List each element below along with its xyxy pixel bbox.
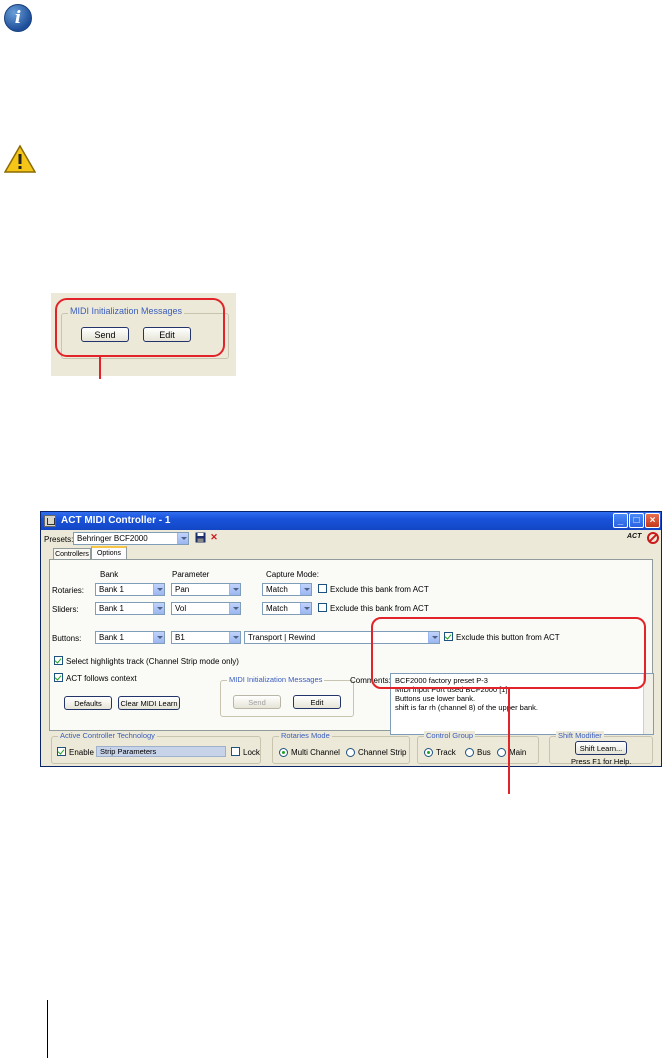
page-margin-rule	[47, 1000, 48, 1058]
bus-label: Bus	[477, 748, 491, 757]
sliders-param-select[interactable]: Vol	[171, 602, 241, 615]
chevron-down-icon	[229, 603, 240, 614]
save-preset-icon[interactable]	[194, 532, 206, 544]
comment-line: shift is far rh (channel 8) of the upper…	[395, 703, 538, 712]
sliders-exclude-label: Exclude this bank from ACT	[330, 604, 429, 613]
multi-channel-radio[interactable]	[279, 748, 288, 757]
send-button-main[interactable]: Send	[233, 695, 281, 709]
presets-select[interactable]: Behringer BCF2000	[73, 532, 189, 545]
sliders-bank-select[interactable]: Bank 1	[95, 602, 165, 615]
act-group-label: Active Controller Technology	[58, 731, 157, 740]
tab-controllers[interactable]: Controllers	[53, 548, 91, 559]
crop-callout-highlight	[55, 298, 225, 357]
delete-preset-icon[interactable]: ✕	[208, 532, 220, 544]
comment-line: Buttons use lower bank.	[395, 694, 476, 703]
chevron-down-icon	[229, 632, 240, 643]
track-radio[interactable]	[424, 748, 433, 757]
rotaries-capture-select[interactable]: Match	[262, 583, 312, 596]
buttons-action-value: Transport | Rewind	[248, 633, 316, 642]
close-button[interactable]: ×	[645, 513, 660, 528]
strip-parameters-field[interactable]: Strip Parameters	[96, 746, 226, 757]
chevron-down-icon	[153, 603, 164, 614]
minimize-button[interactable]: _	[613, 513, 628, 528]
act-enable-label: Enable	[69, 748, 94, 757]
multi-channel-label: Multi Channel	[291, 748, 340, 757]
shift-learn-button[interactable]: Shift Learn...	[575, 741, 627, 755]
main-radio[interactable]	[497, 748, 506, 757]
crop-callout-line	[99, 357, 101, 379]
act-follows-checkbox[interactable]	[54, 673, 63, 682]
warning-icon	[4, 144, 36, 173]
act-enable-checkbox[interactable]	[57, 747, 66, 756]
act-disable-icon[interactable]	[647, 532, 659, 544]
rotaries-param-value: Pan	[175, 585, 190, 594]
window-title: ACT MIDI Controller - 1	[61, 515, 171, 526]
rotaries-bank-select[interactable]: Bank 1	[95, 583, 165, 596]
control-group-label: Control Group	[424, 731, 476, 740]
capture-column-header: Capture Mode:	[266, 570, 319, 579]
channel-strip-radio[interactable]	[346, 748, 355, 757]
midi-init-group-label-main: MIDI Initialization Messages	[227, 675, 325, 684]
buttons-bank-value: Bank 1	[99, 633, 124, 642]
chevron-down-icon	[153, 632, 164, 643]
presets-value: Behringer BCF2000	[77, 534, 148, 543]
chevron-down-icon	[177, 533, 188, 544]
parameter-column-header: Parameter	[172, 570, 210, 579]
chevron-down-icon	[153, 584, 164, 595]
rotaries-bank-value: Bank 1	[99, 585, 124, 594]
rotaries-label: Rotaries:	[52, 586, 85, 595]
tab-options[interactable]: Options	[91, 546, 127, 559]
select-highlights-checkbox[interactable]	[54, 656, 63, 665]
rotaries-capture-value: Match	[266, 585, 288, 594]
act-lock-checkbox[interactable]	[231, 747, 240, 756]
rotaries-exclude-checkbox[interactable]	[318, 584, 327, 593]
info-icon: i	[4, 4, 32, 32]
buttons-label: Buttons:	[52, 634, 82, 643]
comments-callout-line	[508, 689, 510, 794]
bus-radio[interactable]	[465, 748, 474, 757]
channel-strip-label: Channel Strip	[358, 748, 407, 757]
presets-label: Presets:	[44, 535, 74, 544]
help-text: Press F1 for Help.	[571, 757, 632, 766]
sliders-capture-value: Match	[266, 604, 288, 613]
rotaries-param-select[interactable]: Pan	[171, 583, 241, 596]
maximize-button[interactable]: □	[629, 513, 644, 528]
buttons-param-value: B1	[175, 633, 185, 642]
rotaries-exclude-label: Exclude this bank from ACT	[330, 585, 429, 594]
act-follows-label: ACT follows context	[66, 674, 137, 683]
buttons-param-select[interactable]: B1	[171, 631, 241, 644]
sliders-label: Sliders:	[52, 605, 79, 614]
select-highlights-label: Select highlights track (Channel Strip m…	[66, 657, 239, 666]
track-label: Track	[436, 748, 456, 757]
chevron-down-icon	[229, 584, 240, 595]
sliders-capture-select[interactable]: Match	[262, 602, 312, 615]
defaults-button[interactable]: Defaults	[64, 696, 112, 710]
chevron-down-icon	[300, 584, 311, 595]
shift-modifier-label: Shift Modifier	[556, 731, 604, 740]
act-lock-label: Lock	[243, 748, 260, 757]
act-logo: ACT	[627, 533, 642, 540]
sliders-param-value: Vol	[175, 604, 187, 613]
clear-midi-learn-button[interactable]: Clear MIDI Learn	[118, 696, 180, 710]
app-icon	[44, 515, 56, 527]
sliders-exclude-checkbox[interactable]	[318, 603, 327, 612]
comments-callout-highlight	[371, 617, 646, 689]
buttons-bank-select[interactable]: Bank 1	[95, 631, 165, 644]
sliders-bank-value: Bank 1	[99, 604, 124, 613]
title-bar[interactable]: ACT MIDI Controller - 1 _ □ ×	[41, 512, 661, 530]
bank-column-header: Bank	[100, 570, 119, 579]
chevron-down-icon	[300, 603, 311, 614]
main-label: Main	[509, 748, 527, 757]
edit-button-main[interactable]: Edit	[293, 695, 341, 709]
rotaries-mode-label: Rotaries Mode	[279, 731, 332, 740]
